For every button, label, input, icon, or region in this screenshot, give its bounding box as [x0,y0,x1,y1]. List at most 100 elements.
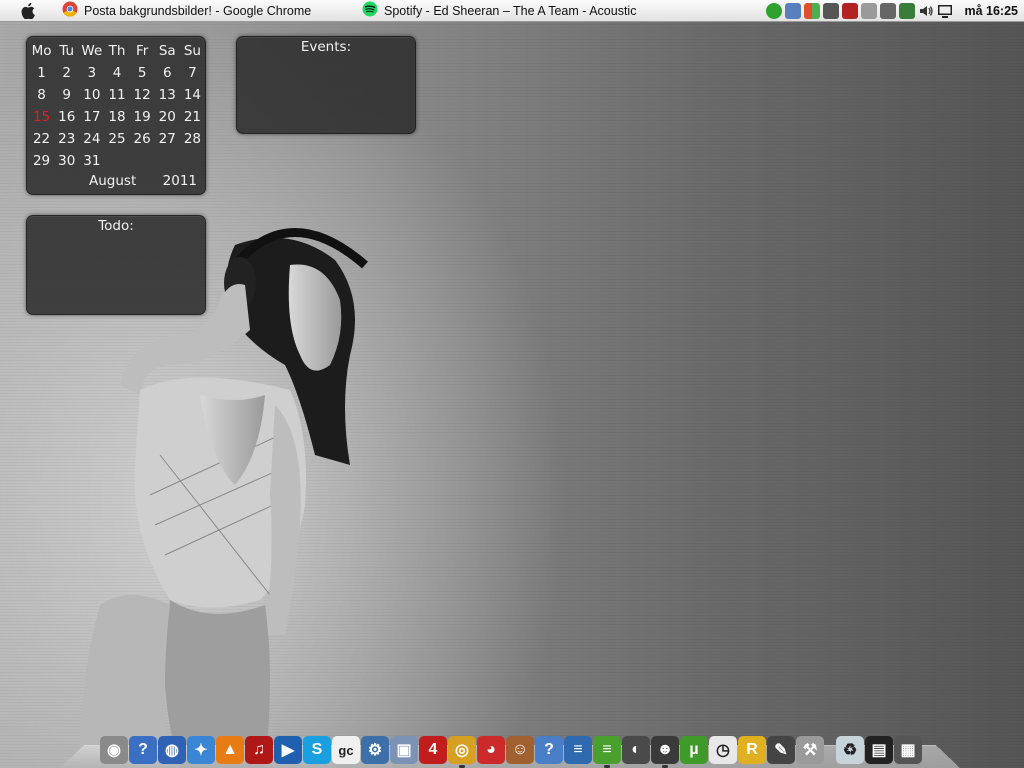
itunes-icon[interactable]: ♫ [245,736,273,764]
tool-icon[interactable]: ≡ [564,736,592,764]
angry-birds-icon[interactable]: ◕ [477,736,505,764]
calendar-day-today[interactable]: 15 [29,106,54,128]
calendar-week-row: 15 16 17 18 19 20 21 [29,106,205,128]
taskbar-item-label: Spotify - Ed Sheeran – The A Team - Acou… [384,3,637,18]
settings-gear-icon[interactable]: ⚙ [361,736,389,764]
events-title: Events: [300,39,352,55]
calendar-day[interactable]: 8 [29,84,54,106]
clock-icon[interactable]: ◷ [709,736,737,764]
calendar-day[interactable]: 19 [130,106,155,128]
calendar-day[interactable]: 28 [180,128,205,150]
top-menubar: Posta bakgrundsbilder! - Google Chrome S… [0,0,1024,22]
left4dead-icon[interactable]: 4 [419,736,447,764]
calendar-day[interactable]: 27 [155,128,180,150]
speaker-icon[interactable]: ◉ [100,736,128,764]
calendar-day[interactable]: 4 [104,62,129,84]
calendar-day[interactable]: 29 [29,150,54,172]
calendar-weekday: Mo [31,43,52,59]
help-icon[interactable]: ? [129,736,157,764]
shield-icon[interactable] [823,3,840,19]
calendar-day[interactable]: 26 [130,128,155,150]
mute-icon[interactable] [861,3,878,19]
calendar-weekday: Sa [158,43,176,59]
calendar-day [104,150,129,172]
calendar-day[interactable]: 20 [155,106,180,128]
game-character-icon[interactable]: ☺ [506,736,534,764]
calendar-day [155,150,180,172]
spotify-dock-icon[interactable]: ≡ [593,736,621,768]
calendar-day[interactable]: 17 [79,106,104,128]
calendar-weekday: Su [183,43,201,59]
calendar-grid: Mo Tu We Th Fr Sa Su 1 2 3 4 5 6 7 8 9 10 11 12 13 14 15 16 17… [29,40,205,172]
window-switcher-icon[interactable]: ▤ [865,736,893,764]
calendar-day[interactable]: 30 [54,150,79,172]
recycle-bin-icon[interactable]: ♻ [836,736,864,764]
calendar-day[interactable]: 1 [29,62,54,84]
calendar-weekday: Fr [135,43,149,59]
dock: ◉? ◍ ✦ ▲ ♫ ▶ Sgc ⚙ ▣ 4 ◎ ◕ ☺? ≡ ≡ ◐ ☻ µ ◷ R ✎ ⚒ ♻ ▤ ▦ [100,734,922,768]
drive-icon[interactable]: ▣ [390,736,418,764]
steam-icon[interactable]: ◐ [622,736,650,764]
events-widget: Events: [236,36,416,134]
calendar-day[interactable]: 31 [79,150,104,172]
calendar-day[interactable]: 12 [130,84,155,106]
calendar-day[interactable]: 23 [54,128,79,150]
display-icon[interactable] [880,3,897,19]
rockstar-icon[interactable]: R [738,736,766,764]
adobe-icon[interactable] [842,3,859,19]
calendar-day[interactable]: 25 [104,128,129,150]
calendar-week-row: 1234567 [29,62,205,84]
calendar-day[interactable]: 13 [155,84,180,106]
tools-icon[interactable]: ⚒ [796,736,824,764]
taskbar-item-chrome[interactable]: Posta bakgrundsbilder! - Google Chrome [62,0,311,22]
help-2-icon[interactable]: ? [535,736,563,764]
calendar-month: August [89,173,137,189]
utorrent-icon[interactable]: µ [680,736,708,764]
calendar-day [180,150,205,172]
calendar-day[interactable]: 3 [79,62,104,84]
windows-flag-icon[interactable] [804,3,821,19]
messenger-icon[interactable]: ☻ [651,736,679,768]
volume-icon[interactable] [918,3,934,19]
spotify-tray-icon[interactable] [766,3,783,19]
pen-icon[interactable]: ✎ [767,736,795,764]
calendar-day[interactable]: 7 [180,62,205,84]
vlc-icon[interactable]: ▲ [216,736,244,764]
calendar-footer: August 2011 [29,173,203,189]
calendar-day[interactable]: 9 [54,84,79,106]
calendar-day[interactable]: 16 [54,106,79,128]
apple-icon[interactable] [0,2,56,19]
network-globe-icon[interactable]: ◍ [158,736,186,764]
calendar-day[interactable]: 21 [180,106,205,128]
calendar-widget: Mo Tu We Th Fr Sa Su 1 2 3 4 5 6 7 8 9 10 11 12 13 14 15 16 17… [26,36,206,195]
calendar-day[interactable]: 14 [180,84,205,106]
calendar-year: 2011 [162,173,197,189]
spotify-icon [362,1,378,20]
calendar-day[interactable]: 11 [104,84,129,106]
windows-media-icon[interactable]: ▶ [274,736,302,764]
calendar-day[interactable]: 24 [79,128,104,150]
chrome-dock-icon[interactable]: ◎ [448,736,476,768]
gc-icon[interactable]: gc [332,736,360,764]
wallpaper-figure [80,228,368,768]
calendar-day [130,150,155,172]
safari-icon[interactable]: ✦ [187,736,215,764]
desktop-stack-icon[interactable]: ▦ [894,736,922,764]
calendar-day[interactable]: 6 [155,62,180,84]
calendar-day[interactable]: 5 [130,62,155,84]
safely-remove-icon[interactable] [899,3,916,19]
calendar-day[interactable]: 2 [54,62,79,84]
calendar-day[interactable]: 22 [29,128,54,150]
skype-icon[interactable]: S [303,736,331,764]
calendar-day[interactable]: 18 [104,106,129,128]
calendar-week-row: 8 9 10 11 12 13 14 [29,84,205,106]
taskbar-item-spotify[interactable]: Spotify - Ed Sheeran – The A Team - Acou… [362,0,636,22]
chrome-icon [62,1,78,20]
action-center-icon[interactable] [937,3,953,19]
calendar-day[interactable]: 10 [79,84,104,106]
calendar-weekday-row: Mo Tu We Th Fr Sa Su [29,40,205,62]
taskbar-item-label: Posta bakgrundsbilder! - Google Chrome [84,3,312,18]
calendar-week-row: 22 23 24 25 26 27 28 [29,128,205,150]
clock[interactable]: må 16:25 [964,4,1018,18]
network-disconnected-icon[interactable] [785,3,802,19]
